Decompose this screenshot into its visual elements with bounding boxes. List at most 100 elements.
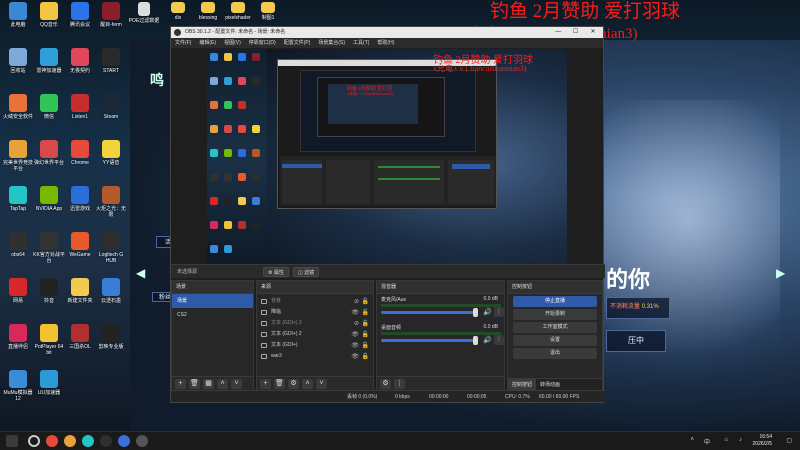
source-item[interactable]: war3 👁 🔓	[257, 351, 373, 362]
menu-item[interactable]: 停靠窗口(D)	[249, 40, 276, 46]
mixer-menu-icon[interactable]: ⋮	[394, 379, 405, 389]
volume-slider[interactable]	[381, 339, 477, 342]
source-properties-icon[interactable]: ⚙	[288, 379, 299, 389]
game-action-button[interactable]: 压中	[606, 330, 666, 352]
eye-icon[interactable]: 👁	[351, 352, 359, 363]
volume-slider-knob[interactable]	[473, 308, 478, 317]
desktop-icon[interactable]: 直播伴侣	[2, 324, 34, 350]
desktop-icon[interactable]: NVIDIA App	[33, 186, 65, 212]
tray-clock[interactable]: 16:54 2026/2/5	[753, 434, 772, 448]
start-icon[interactable]	[6, 435, 18, 447]
desktop-icon[interactable]: 回收站	[2, 48, 34, 74]
speaker-icon[interactable]: 🔊	[483, 308, 492, 316]
menu-item[interactable]: 文件(F)	[175, 40, 191, 46]
desktop-icon[interactable]: KK官方对战平台	[33, 232, 65, 264]
scene-item[interactable]: CS2	[172, 308, 253, 322]
maximize-icon[interactable]: ☐	[568, 27, 584, 38]
desktop-icon[interactable]: WeGame	[64, 232, 96, 258]
volume-slider-knob[interactable]	[473, 336, 478, 345]
desktop-icon[interactable]: 迅雷游戏	[64, 186, 96, 212]
desktop-icon[interactable]: 醒目-ferm	[95, 2, 127, 28]
channel-menu-icon[interactable]: ⋮	[494, 307, 504, 317]
desktop-icon[interactable]: 抖音	[33, 278, 65, 304]
desktop-icon[interactable]: 完美世界竞技平台	[2, 140, 34, 172]
search-icon[interactable]	[28, 435, 40, 447]
desktop-icon[interactable]: 腾讯会议	[64, 2, 96, 28]
desktop-icon[interactable]: QQ音乐	[33, 2, 65, 28]
desktop-icon[interactable]: obs64	[2, 232, 34, 258]
control-button[interactable]: 停止直播	[513, 296, 597, 307]
mixer-settings-icon[interactable]: ⚙	[380, 379, 391, 389]
scene-item[interactable]: 场景	[172, 294, 253, 308]
desktop-icon[interactable]: 火绒安全软件	[2, 94, 34, 120]
desktop-icon[interactable]: 网易	[2, 278, 34, 304]
channel-menu-icon[interactable]: ⋮	[494, 335, 504, 345]
desktop-icon[interactable]: 云透石墨	[95, 278, 127, 304]
desktop-file[interactable]: POE过滤数据	[126, 2, 162, 24]
lock-icon[interactable]: 🔓	[362, 352, 369, 363]
source-item[interactable]: 降临 👁 🔓	[257, 307, 373, 318]
filters-button[interactable]: ◫ 滤镜	[293, 267, 320, 277]
desktop-icon[interactable]: Chrome	[64, 140, 96, 166]
taskbar-app-icon[interactable]	[136, 435, 148, 447]
menu-item[interactable]: 工具(T)	[353, 40, 369, 46]
scene-filters-icon[interactable]: ▦	[203, 379, 214, 389]
desktop-folder[interactable]: blessing	[192, 2, 224, 21]
desktop-icon[interactable]: UU加速器	[33, 370, 65, 396]
remove-scene-icon[interactable]: 🗑	[189, 379, 200, 389]
source-item[interactable]: 文本 (GDI+) 2 👁 🔓	[257, 329, 373, 340]
taskbar-app-icon[interactable]	[100, 435, 112, 447]
control-button[interactable]: 退出	[513, 348, 597, 359]
desktop-icon[interactable]: Steam	[95, 94, 127, 120]
notification-icon[interactable]: ▢	[786, 437, 792, 444]
desktop-icon[interactable]: 无畏契约	[64, 48, 96, 74]
game-left-arrow-icon[interactable]: ◀	[136, 266, 145, 280]
tray-chevron-icon[interactable]: ˄	[690, 437, 694, 443]
move-down-icon[interactable]: ˅	[231, 379, 242, 389]
desktop-icon[interactable]: Logitech G HUB	[95, 232, 127, 264]
minimize-icon[interactable]: —	[550, 27, 566, 38]
desktop-icon[interactable]: 剪映专业版	[95, 324, 127, 350]
add-source-icon[interactable]: +	[260, 379, 271, 389]
speaker-icon[interactable]: 🔊	[483, 336, 492, 344]
game-right-arrow-icon[interactable]: ▶	[776, 266, 785, 280]
source-item[interactable]: 文本 (GDI+) 3 ⊘ 🔓	[257, 318, 373, 329]
desktop-icon[interactable]: 三国杀OL	[64, 324, 96, 350]
move-up-icon[interactable]: ˄	[217, 379, 228, 389]
desktop-icon[interactable]: PotPlayer 64 bit	[33, 324, 65, 356]
taskbar-app-icon[interactable]	[46, 435, 58, 447]
desktop-icon[interactable]: YY语音	[95, 140, 127, 166]
tray-lang[interactable]: 中	[704, 437, 710, 446]
desktop-icon[interactable]: 火炬之光：无限	[95, 186, 127, 218]
taskbar-app-icon[interactable]	[64, 435, 76, 447]
volume-slider[interactable]	[381, 311, 477, 314]
properties-button[interactable]: ⚙ 属性	[263, 267, 289, 277]
taskbar-app-icon[interactable]	[82, 435, 94, 447]
network-icon[interactable]: ⌂	[724, 437, 728, 443]
control-button[interactable]: 开始录制	[513, 309, 597, 320]
desktop-icon[interactable]: Listen1	[64, 94, 96, 120]
desktop-icon[interactable]: TapTap	[2, 186, 34, 212]
desktop-icon[interactable]: 弹幻世界平台	[33, 140, 65, 166]
desktop-icon[interactable]: 微信	[33, 94, 65, 120]
source-item[interactable]: 背景 ⊘ 🔓	[257, 296, 373, 307]
menu-item[interactable]: 配置文件(P)	[284, 40, 311, 46]
move-up-icon[interactable]: ˄	[302, 379, 313, 389]
desktop-icon[interactable]: 此电脑	[2, 2, 34, 28]
desktop-icon[interactable]: START	[95, 48, 127, 74]
desktop-icon[interactable]: 雷神加速器	[33, 48, 65, 74]
menu-item[interactable]: 帮助(H)	[377, 40, 394, 46]
control-button[interactable]: 设置	[513, 335, 597, 346]
obs-title-bar[interactable]: OBS 30.1.2 - 配置文件: 未命名 - 场景: 未命名 — ☐ ✕	[171, 27, 603, 38]
move-down-icon[interactable]: ˅	[316, 379, 327, 389]
desktop-folder[interactable]: 制图1	[252, 2, 284, 21]
menu-item[interactable]: 场景集合(S)	[318, 40, 345, 46]
close-icon[interactable]: ✕	[585, 27, 601, 38]
desktop-icon[interactable]: 新建文件夹	[64, 278, 96, 304]
source-item[interactable]: 文本 (GDI+) 👁 🔓	[257, 340, 373, 351]
add-scene-icon[interactable]: +	[175, 379, 186, 389]
desktop-folder[interactable]: pixelshader	[222, 2, 254, 21]
desktop-icon[interactable]: MuMu模拟器12	[2, 370, 34, 402]
menu-item[interactable]: 视图(V)	[224, 40, 241, 46]
obs-preview[interactable]: 钓鱼 2月赞助 爱打羽球 x允电+ v ( tiancaishaonian3) …	[207, 49, 567, 275]
